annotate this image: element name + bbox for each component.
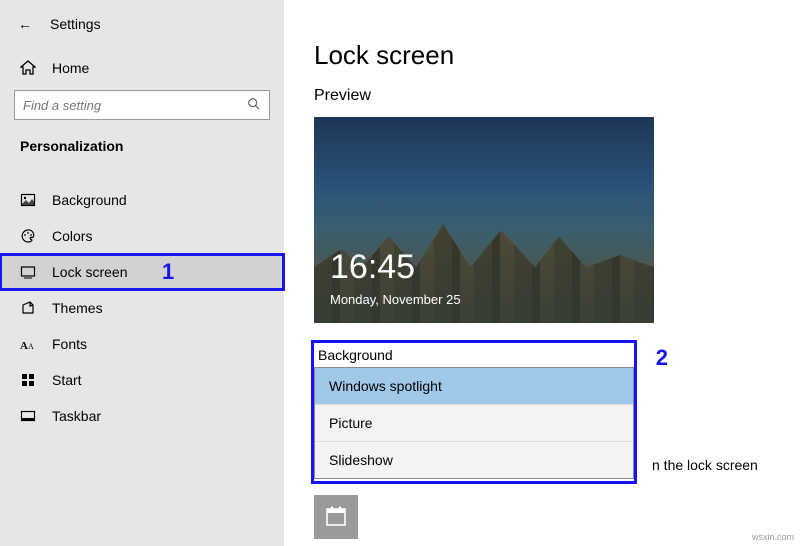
- sidebar-item-fonts[interactable]: AA Fonts: [0, 326, 284, 362]
- sidebar-item-label: Background: [52, 192, 127, 208]
- taskbar-icon: [20, 408, 36, 424]
- window-title: Settings: [50, 16, 101, 32]
- sidebar-item-label: Taskbar: [52, 408, 101, 424]
- background-section: Background Windows spotlight Picture Sli…: [314, 343, 634, 481]
- back-button[interactable]: ←: [18, 16, 32, 32]
- search-icon: [247, 97, 261, 114]
- annotation-2: 2: [656, 345, 668, 371]
- preview-heading: Preview: [314, 87, 770, 105]
- sidebar-home-label: Home: [52, 60, 89, 76]
- sidebar-item-label: Lock screen: [52, 264, 127, 280]
- sidebar-item-colors[interactable]: Colors: [0, 218, 284, 254]
- sidebar-home[interactable]: Home: [0, 50, 284, 86]
- palette-icon: [20, 228, 36, 244]
- preview-clock: 16:45: [330, 248, 415, 287]
- annotation-1: 1: [162, 259, 174, 285]
- sidebar-item-themes[interactable]: Themes: [0, 290, 284, 326]
- calendar-icon: [325, 505, 347, 530]
- preview-date: Monday, November 25: [330, 292, 461, 307]
- option-picture[interactable]: Picture: [315, 405, 633, 442]
- svg-text:A: A: [20, 340, 28, 351]
- sidebar-item-background[interactable]: Background: [0, 182, 284, 218]
- category-header: Personalization: [0, 138, 284, 162]
- hint-text-fragment: n the lock screen: [652, 457, 800, 473]
- search-box[interactable]: [14, 90, 270, 120]
- sidebar-item-label: Fonts: [52, 336, 87, 352]
- sidebar-item-label: Start: [52, 372, 82, 388]
- sidebar-item-start[interactable]: Start: [0, 362, 284, 398]
- home-icon: [20, 60, 36, 76]
- background-dropdown[interactable]: Windows spotlight Picture Slideshow: [314, 367, 634, 479]
- themes-icon: [20, 300, 36, 316]
- lock-screen-preview: 16:45 Monday, November 25: [314, 117, 654, 323]
- sidebar-nav: Background Colors Lock screen 1 Themes A…: [0, 182, 284, 434]
- search-input[interactable]: [15, 91, 269, 119]
- calendar-app-button[interactable]: [314, 495, 358, 539]
- svg-text:A: A: [28, 342, 34, 351]
- fonts-icon: AA: [20, 336, 36, 352]
- sidebar-item-label: Themes: [52, 300, 103, 316]
- watermark: wsxin.com: [752, 532, 794, 542]
- option-slideshow[interactable]: Slideshow: [315, 442, 633, 478]
- picture-icon: [20, 192, 36, 208]
- sidebar-item-taskbar[interactable]: Taskbar: [0, 398, 284, 434]
- option-windows-spotlight[interactable]: Windows spotlight: [315, 368, 633, 405]
- background-label: Background: [314, 345, 634, 367]
- sidebar-item-lock-screen[interactable]: Lock screen 1: [0, 254, 284, 290]
- lock-screen-icon: [20, 264, 36, 280]
- page-title: Lock screen: [314, 40, 770, 71]
- sidebar-item-label: Colors: [52, 228, 92, 244]
- start-icon: [20, 372, 36, 388]
